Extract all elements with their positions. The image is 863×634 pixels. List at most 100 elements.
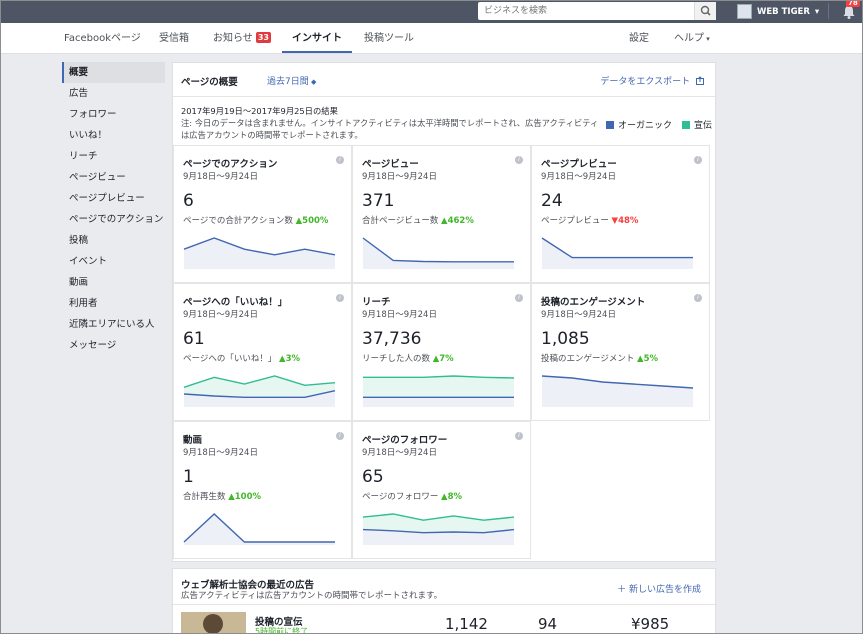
metric-caption: 合計ページビュー数 ▲462%	[362, 214, 474, 226]
tab-inbox[interactable]: 受信箱	[159, 23, 189, 54]
metric-caption: ページのフォロワー ▲8%	[362, 490, 462, 502]
tab-notifications[interactable]: お知らせ 33	[213, 23, 271, 54]
sparkline-chart	[541, 375, 694, 407]
date-range-selector[interactable]: 過去7日間 ◆	[267, 74, 316, 87]
ad-metric-2: 94	[538, 615, 558, 633]
metric-title: 投稿のエンゲージメント	[541, 297, 646, 308]
metric-value: 6	[183, 191, 194, 211]
sidebar-item-events[interactable]: イベント	[62, 251, 165, 272]
search-button[interactable]	[694, 2, 716, 20]
export-data-link[interactable]: データをエクスポート	[600, 74, 705, 87]
series-area	[363, 238, 514, 269]
sidebar-item-actions-on-page[interactable]: ページでのアクション	[62, 209, 165, 230]
metric-card[interactable]: 動画 i 9月18日〜9月24日 1 合計再生数 ▲100%	[173, 421, 352, 559]
metric-title: リーチ	[362, 297, 391, 308]
metric-change: ▲3%	[279, 354, 301, 364]
metric-caption-text: ページプレビュー	[541, 216, 609, 226]
metric-dates: 9月18日〜9月24日	[362, 310, 437, 320]
metric-caption: ページへの「いいね！」 ▲3%	[183, 352, 300, 364]
metric-caption-text: 合計ページビュー数	[362, 216, 439, 226]
metric-value: 24	[541, 191, 563, 211]
sidebar-item-people[interactable]: 利用者	[62, 293, 165, 314]
export-icon	[696, 76, 704, 85]
metric-value: 1,085	[541, 329, 590, 349]
sidebar-item-messages[interactable]: メッセージ	[62, 335, 165, 356]
export-label: データをエクスポート	[600, 77, 691, 87]
page-summary-panel: ページの概要 過去7日間 ◆ データをエクスポート 2017年9月19日〜201…	[172, 62, 716, 562]
sidebar-item-ads[interactable]: 広告	[62, 83, 165, 104]
recent-ads-panel: ウェブ解析士協会の最近の広告 広告アクティビティは広告アカウントの時間帯でレポー…	[172, 568, 716, 634]
sparkline-chart	[183, 375, 336, 407]
info-icon[interactable]: i	[694, 156, 702, 164]
result-date-range: 2017年9月19日〜2017年9月25日の結果	[181, 106, 338, 116]
series-area	[542, 376, 693, 407]
series-area	[184, 514, 335, 545]
metric-card[interactable]: ページのフォロワー i 9月18日〜9月24日 65 ページのフォロワー ▲8%	[352, 421, 531, 559]
tab-insights[interactable]: インサイト	[282, 23, 352, 53]
sidebar-item-posts[interactable]: 投稿	[62, 230, 165, 251]
metric-dates: 9月18日〜9月24日	[541, 310, 616, 320]
metric-card[interactable]: リーチ i 9月18日〜9月24日 37,736 リーチした人の数 ▲7%	[352, 283, 531, 421]
metric-value: 37,736	[362, 329, 422, 349]
chevron-down-icon: ◆	[308, 78, 317, 86]
create-ad-button[interactable]: ＋ 新しい広告を作成	[617, 582, 701, 595]
metric-change: ▲7%	[432, 354, 454, 364]
top-bar: WEB TIGER ▾ 78	[0, 0, 863, 23]
metric-caption-text: ページのフォロワー	[362, 492, 439, 502]
insights-sidebar: 概要 広告 フォロワー いいね！ リーチ ページビュー ページプレビュー ページ…	[62, 62, 165, 356]
info-icon[interactable]: i	[336, 432, 344, 440]
tab-notifications-label: お知らせ	[213, 33, 253, 44]
legend-organic: オーガニック	[618, 121, 673, 131]
page-avatar	[737, 4, 752, 19]
sidebar-item-local[interactable]: 近隣エリアにいる人	[62, 314, 165, 335]
info-icon[interactable]: i	[515, 156, 523, 164]
ad-thumbnail[interactable]	[181, 612, 246, 634]
ad-metric-1: 1,142	[445, 615, 488, 633]
help-menu[interactable]: ヘルプ ▾	[674, 23, 710, 54]
business-search[interactable]	[478, 2, 716, 20]
metric-caption: 合計再生数 ▲100%	[183, 490, 261, 502]
page-switcher[interactable]: WEB TIGER ▾	[737, 3, 819, 20]
sidebar-item-followers[interactable]: フォロワー	[62, 104, 165, 125]
info-icon[interactable]: i	[515, 432, 523, 440]
sidebar-item-page-previews[interactable]: ページプレビュー	[62, 188, 165, 209]
metric-card[interactable]: ページでのアクション i 9月18日〜9月24日 6 ページでの合計アクション数 ▲50…	[173, 145, 352, 283]
search-input[interactable]	[478, 2, 693, 20]
sidebar-item-likes[interactable]: いいね！	[62, 125, 165, 146]
sidebar-item-videos[interactable]: 動画	[62, 272, 165, 293]
metric-caption-text: リーチした人の数	[362, 354, 431, 364]
metric-card[interactable]: 投稿のエンゲージメント i 9月18日〜9月24日 1,085 投稿のエンゲージメント …	[531, 283, 710, 421]
sidebar-item-overview[interactable]: 概要	[62, 62, 165, 83]
page-nav: Facebookページ 受信箱 お知らせ 33 インサイト 投稿ツール 設定 ヘル…	[0, 23, 863, 54]
metric-change: ▼48%	[611, 216, 639, 226]
info-icon[interactable]: i	[336, 294, 344, 302]
sidebar-item-reach[interactable]: リーチ	[62, 146, 165, 167]
info-icon[interactable]: i	[336, 156, 344, 164]
metric-card[interactable]: ページプレビュー i 9月18日〜9月24日 24 ページプレビュー ▼48%	[531, 145, 710, 283]
legend-paid: 宣伝	[694, 121, 713, 131]
notification-badge: 78	[846, 0, 860, 7]
ad-metric-3: ¥985	[631, 615, 670, 633]
info-icon[interactable]: i	[694, 294, 702, 302]
sparkline-chart	[183, 237, 336, 269]
metric-change: ▲8%	[441, 492, 463, 502]
tab-facebook-page[interactable]: Facebookページ	[64, 23, 141, 54]
panel-header: ページの概要 過去7日間 ◆ データをエクスポート	[173, 63, 715, 97]
settings-link[interactable]: 設定	[629, 23, 649, 54]
metric-value: 61	[183, 329, 205, 349]
sparkline-chart	[183, 513, 335, 545]
metric-change: ▲500%	[295, 216, 329, 226]
caret-down-icon: ▾	[704, 35, 710, 43]
page-name: WEB TIGER	[757, 6, 810, 17]
metric-card[interactable]: ページへの「いいね！」 i 9月18日〜9月24日 61 ページへの「いいね！」 ▲3%	[173, 283, 352, 421]
tab-publishing-tools[interactable]: 投稿ツール	[364, 23, 414, 54]
sidebar-item-page-views[interactable]: ページビュー	[62, 167, 165, 188]
info-icon[interactable]: i	[515, 294, 523, 302]
metric-value: 65	[362, 467, 384, 487]
organic-swatch	[606, 120, 614, 129]
ad-thumbnail-figure	[203, 614, 223, 634]
caret-down-icon: ▾	[814, 6, 820, 17]
metric-card[interactable]: ページビュー i 9月18日〜9月24日 371 合計ページビュー数 ▲462%	[352, 145, 531, 283]
metric-dates: 9月18日〜9月24日	[183, 172, 258, 182]
metric-value: 1	[183, 467, 194, 487]
